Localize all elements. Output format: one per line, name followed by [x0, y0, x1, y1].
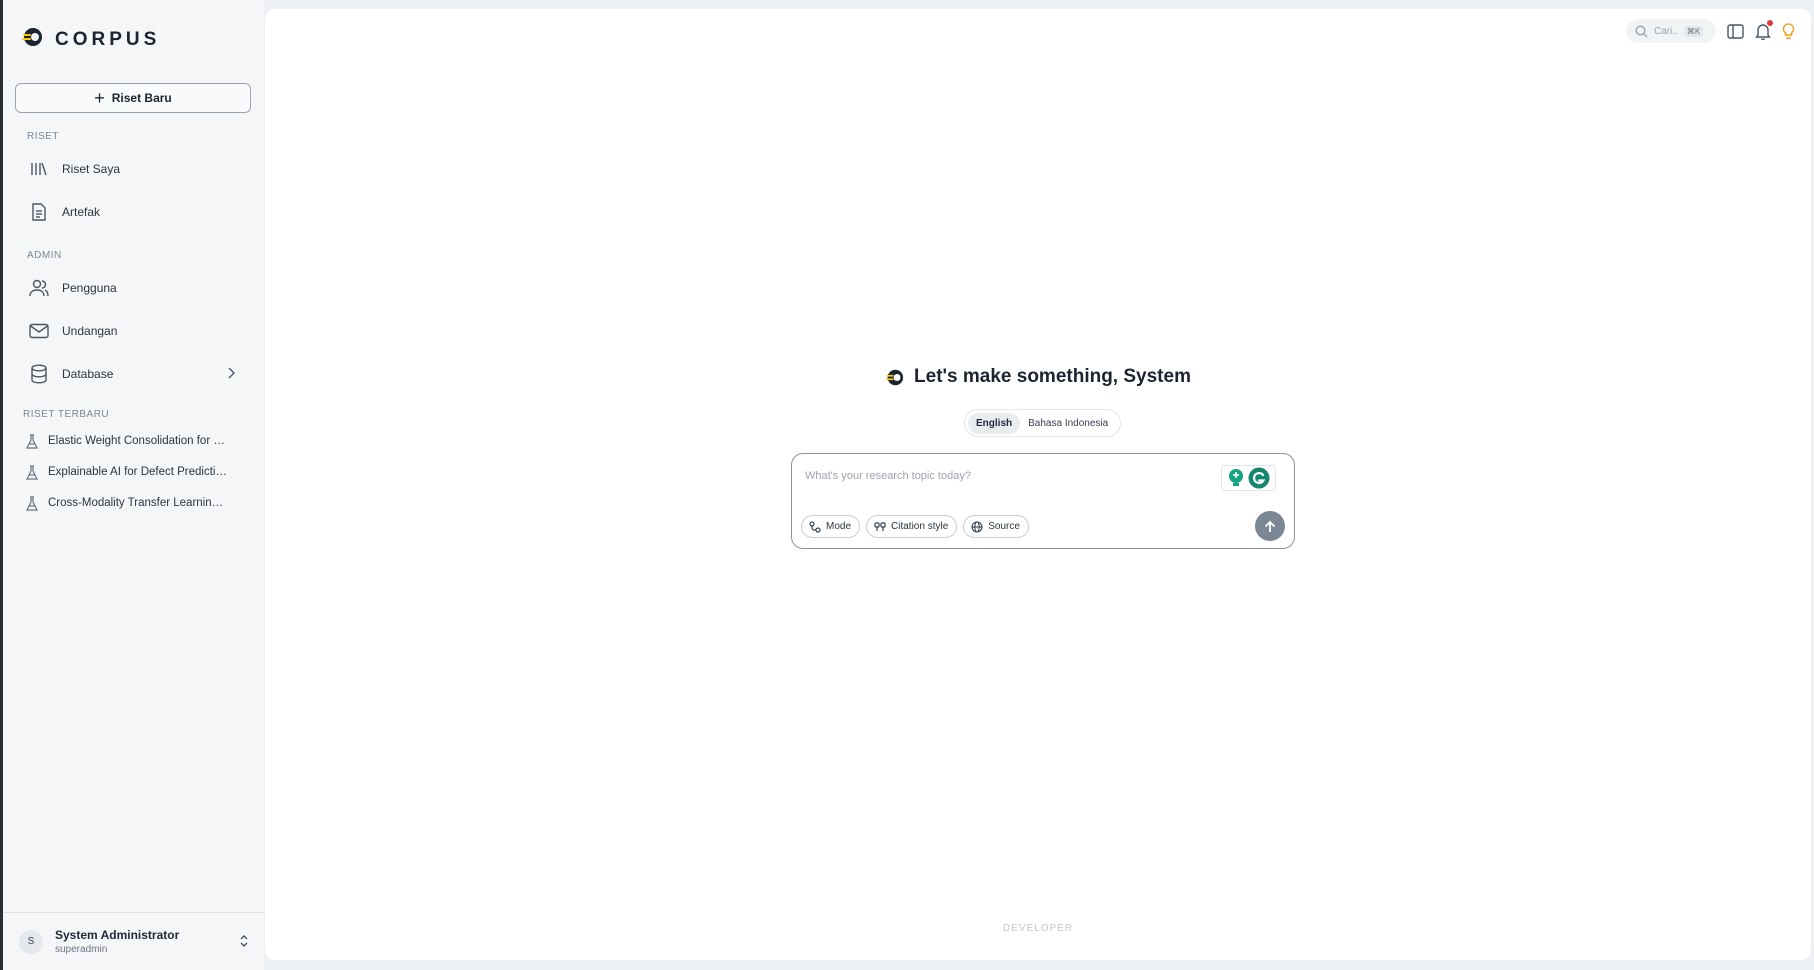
new-research-button[interactable]: + Riset Baru — [15, 83, 251, 113]
composer-options: Mode Citation style Source — [801, 515, 1035, 538]
mode-label: Mode — [826, 521, 852, 532]
recent-research-label: Explainable AI for Defect Predictio... — [48, 466, 228, 478]
section-label-riset: RISET — [27, 131, 59, 142]
research-composer: Mode Citation style Source — [791, 453, 1295, 549]
recent-research-item[interactable]: Explainable AI for Defect Predictio... — [23, 460, 228, 484]
search-placeholder: Cari.. — [1654, 25, 1678, 37]
user-name: System Administrator — [55, 928, 180, 942]
sidebar-toggle-icon[interactable] — [1727, 23, 1744, 39]
user-menu[interactable]: S System Administrator superadmin — [3, 912, 267, 970]
flask-icon — [23, 464, 41, 480]
page-title: Let's make something, System — [914, 366, 1191, 387]
research-topic-input[interactable] — [805, 466, 1205, 486]
user-info: System Administrator superadmin — [55, 928, 179, 955]
brand[interactable]: CORPUS — [21, 26, 160, 53]
sidebar-item-label: Undangan — [62, 324, 118, 338]
recent-research-item[interactable]: Elastic Weight Consolidation for R... — [23, 429, 228, 453]
corpus-logo-icon — [885, 368, 904, 387]
library-icon — [27, 157, 51, 181]
language-option-bahasa-indonesia[interactable]: Bahasa Indonesia — [1020, 413, 1116, 434]
sidebar-item-label: Pengguna — [62, 281, 117, 295]
sidebar-item-label: Riset Saya — [62, 162, 121, 176]
sidebar-item-undangan[interactable]: Undangan — [27, 314, 247, 348]
source-button[interactable]: Source — [963, 515, 1029, 538]
lightbulb-icon[interactable] — [1782, 22, 1795, 40]
corpus-logo-icon — [21, 26, 43, 53]
globe-icon — [971, 520, 983, 533]
citation-style-label: Citation style — [891, 521, 949, 532]
search-input[interactable]: Cari.. ⌘K — [1626, 19, 1716, 43]
recent-research-item[interactable]: Cross-Modality Transfer Learning f... — [23, 491, 228, 515]
document-icon — [27, 200, 51, 224]
bell-icon[interactable] — [1755, 19, 1773, 40]
hero: Let's make something, System — [265, 366, 1811, 388]
sidebar-item-riset-saya[interactable]: Riset Saya — [27, 152, 247, 186]
mode-icon — [809, 520, 821, 533]
extension-icons — [1221, 465, 1276, 491]
user-role: superadmin — [55, 944, 108, 955]
brand-name: CORPUS — [55, 28, 161, 50]
sidebar-item-label: Artefak — [62, 205, 101, 219]
notification-badge — [1767, 19, 1773, 26]
topbar: Cari.. ⌘K — [1626, 19, 1795, 43]
recent-research-label: Elastic Weight Consolidation for R... — [48, 435, 228, 447]
environment-tag: DEVELOPER — [1002, 923, 1074, 934]
sidebar: CORPUS + Riset Baru RISET Riset Saya Art… — [0, 0, 267, 970]
avatar: S — [19, 929, 43, 954]
main-content: Cari.. ⌘K Let's make something, System E… — [265, 9, 1811, 960]
sidebar-item-pengguna[interactable]: Pengguna — [27, 271, 247, 305]
grammarly-icon[interactable] — [1248, 467, 1270, 489]
mail-icon — [27, 319, 51, 343]
source-label: Source — [988, 521, 1020, 532]
search-shortcut: ⌘K — [1683, 25, 1704, 37]
extension-lightbulb-icon[interactable] — [1227, 468, 1245, 488]
plus-icon: + — [94, 88, 105, 108]
chevron-up-down-icon[interactable] — [239, 934, 249, 953]
citation-style-button[interactable]: Citation style — [866, 515, 958, 538]
mode-button[interactable]: Mode — [801, 515, 861, 538]
section-label-recent: RISET TERBARU — [23, 409, 110, 420]
sidebar-item-label: Database — [62, 367, 114, 381]
sidebar-item-artefak[interactable]: Artefak — [27, 195, 247, 229]
section-label-admin: ADMIN — [27, 250, 62, 261]
flask-icon — [23, 495, 41, 511]
send-button[interactable] — [1255, 511, 1285, 541]
quote-icon — [874, 521, 886, 531]
users-icon — [27, 276, 51, 300]
sidebar-item-database[interactable]: Database — [27, 357, 247, 391]
flask-icon — [23, 433, 41, 449]
database-icon — [27, 362, 51, 386]
new-research-label: Riset Baru — [111, 91, 172, 105]
search-icon — [1635, 24, 1648, 38]
language-option-english[interactable]: English — [968, 412, 1021, 434]
arrow-up-icon — [1264, 520, 1276, 532]
recent-research-label: Cross-Modality Transfer Learning f... — [48, 497, 228, 509]
language-toggle: English Bahasa Indonesia — [964, 409, 1121, 437]
chevron-right-icon[interactable] — [227, 366, 235, 383]
